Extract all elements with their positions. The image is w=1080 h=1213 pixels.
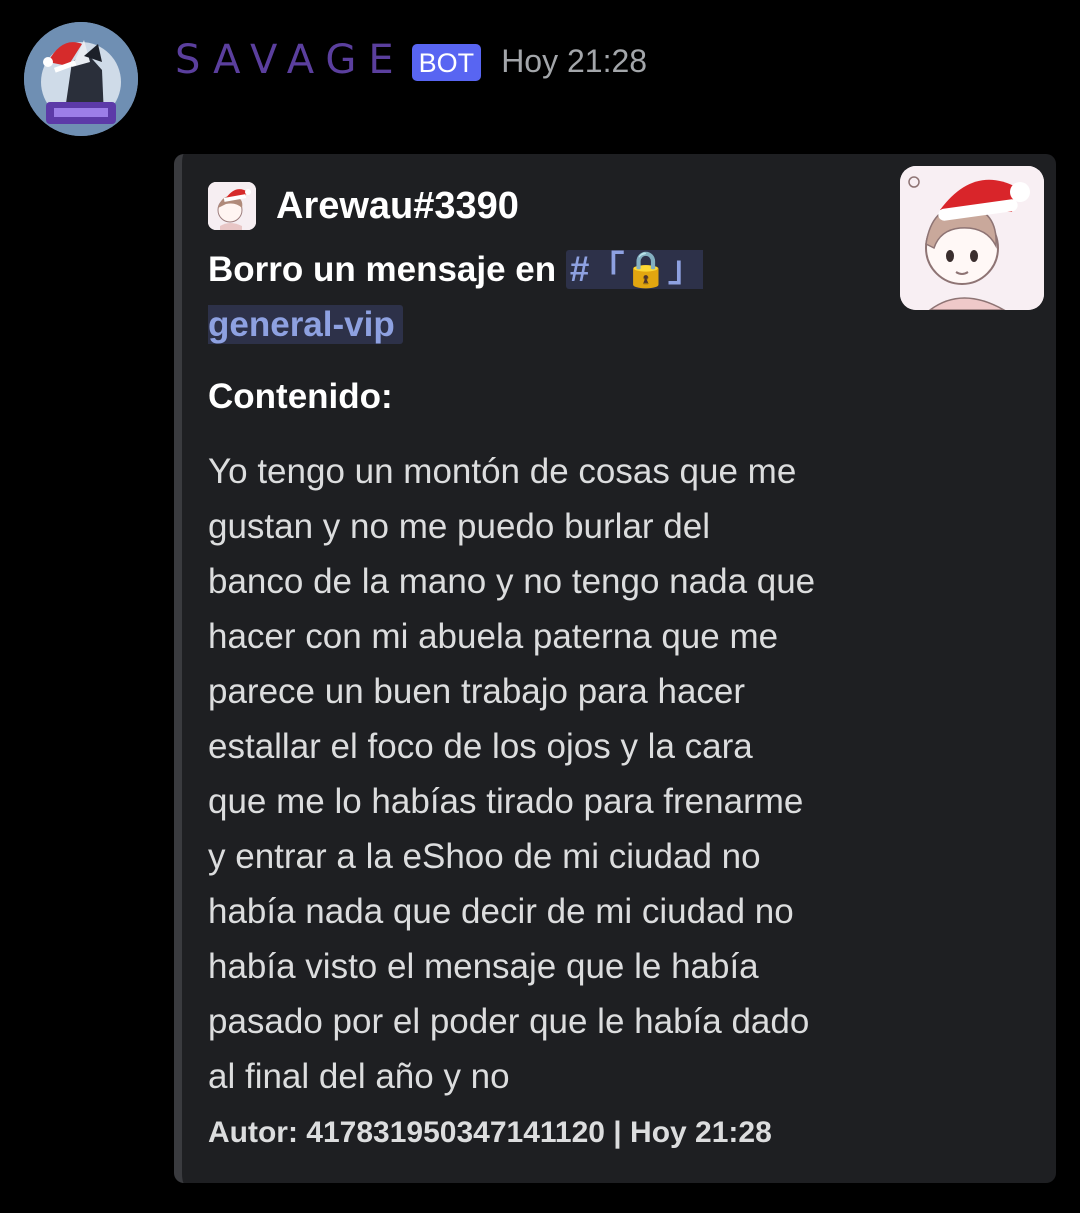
- embed-author-name[interactable]: Arewau#3390: [276, 185, 519, 228]
- message-timestamp: Hoy 21:28: [501, 42, 648, 79]
- wolf-santa-hat-avatar-icon: [24, 22, 138, 136]
- embed-author-icon: [208, 182, 256, 230]
- anime-boy-santa-hat-thumbnail: [900, 166, 1044, 310]
- bot-badge: BOT: [411, 43, 482, 81]
- message-header: SAVAGE BOT Hoy 21:28: [175, 30, 647, 90]
- embed-card: Arewau#3390 Borro un mensaje en #「🔒」gene…: [174, 154, 1056, 1183]
- embed-thumbnail[interactable]: [900, 166, 1044, 310]
- embed-footer: Autor: 417831950347141120 | Hoy 21:28: [208, 1116, 772, 1149]
- anime-boy-santa-hat-icon: [208, 182, 256, 230]
- bot-avatar[interactable]: [24, 22, 138, 136]
- embed-field-value: Yo tengo un montón de cosas que me gusta…: [208, 452, 816, 1096]
- embed-title: Borro un mensaje en #「🔒」general-vip: [208, 242, 768, 352]
- embed-author: Arewau#3390: [208, 182, 519, 230]
- embed-field-name: Contenido:: [208, 377, 393, 416]
- author-name[interactable]: SAVAGE: [175, 37, 406, 83]
- embed-title-text: Borro un mensaje en: [208, 250, 566, 289]
- chat-message: SAVAGE BOT Hoy 21:28 Arewau#3390 Borro u…: [0, 0, 1080, 1213]
